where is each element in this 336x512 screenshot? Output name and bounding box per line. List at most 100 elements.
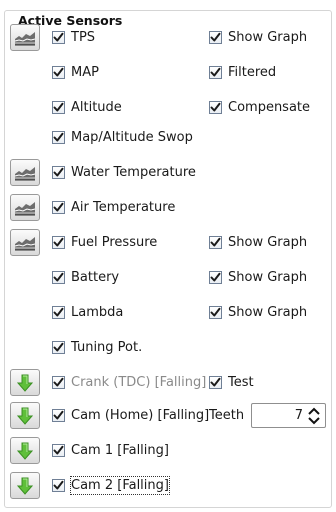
checkmark-icon xyxy=(53,480,64,490)
sensor-checkbox-tps[interactable]: TPS xyxy=(52,29,95,46)
checkbox-label: Lambda xyxy=(71,305,124,320)
checkmark-icon xyxy=(210,307,221,317)
checkmark-icon xyxy=(53,132,64,142)
sensor-row-map-altitude-swop: Map/Altitude Swop xyxy=(0,124,336,154)
option-checkbox-battery[interactable]: Show Graph xyxy=(209,269,307,286)
checkmark-icon xyxy=(53,32,64,42)
checkbox-box[interactable] xyxy=(52,66,65,79)
sensor-row-cam-home: Cam (Home) [Falling] Teeth 7 xyxy=(0,402,336,432)
sensor-row-cam-1: Cam 1 [Falling] xyxy=(0,437,336,467)
graph-button[interactable] xyxy=(10,159,40,186)
checkbox-box[interactable] xyxy=(52,101,65,114)
option-checkbox-tps[interactable]: Show Graph xyxy=(209,29,307,46)
checkmark-icon xyxy=(53,377,64,387)
sensor-checkbox-cam-2[interactable]: Cam 2 [Falling] xyxy=(52,476,170,495)
sensor-checkbox-altitude[interactable]: Altitude xyxy=(52,99,122,116)
sensor-row-lambda: Lambda Show Graph xyxy=(0,299,336,329)
checkbox-box[interactable] xyxy=(52,166,65,179)
checkbox-label: Filtered xyxy=(228,65,277,80)
checkbox-box[interactable] xyxy=(52,201,65,214)
checkbox-box[interactable] xyxy=(52,236,65,249)
graph-icon xyxy=(14,200,36,216)
sensor-checkbox-cam-home[interactable]: Cam (Home) [Falling] xyxy=(52,407,209,424)
sensor-row-tps: TPS Show Graph xyxy=(0,24,336,54)
trigger-edge-button[interactable] xyxy=(10,472,40,499)
checkmark-icon xyxy=(53,67,64,77)
graph-button[interactable] xyxy=(10,24,40,51)
sensor-row-tuning-pot: Tuning Pot. xyxy=(0,334,336,364)
option-checkbox-crank[interactable]: Test xyxy=(209,374,254,391)
checkbox-box[interactable] xyxy=(209,66,222,79)
trigger-edge-button[interactable] xyxy=(10,402,40,429)
checkbox-label: Show Graph xyxy=(228,270,308,285)
graph-button[interactable] xyxy=(10,194,40,221)
checkmark-icon xyxy=(210,237,221,247)
green-down-arrow-icon xyxy=(15,406,35,426)
sensor-checkbox-map[interactable]: MAP xyxy=(52,64,99,81)
checkbox-label: Tuning Pot. xyxy=(71,340,143,355)
graph-button[interactable] xyxy=(10,229,40,256)
checkbox-box[interactable] xyxy=(209,101,222,114)
checkbox-label: Water Temperature xyxy=(71,165,196,180)
checkmark-icon xyxy=(53,237,64,247)
checkbox-box[interactable] xyxy=(52,376,65,389)
sensor-row-crank: Crank (TDC) [Falling] Test xyxy=(0,369,336,399)
checkbox-box[interactable] xyxy=(209,306,222,319)
checkbox-label: Show Graph xyxy=(228,235,308,250)
checkbox-box[interactable] xyxy=(52,409,65,422)
option-checkbox-altitude[interactable]: Compensate xyxy=(209,99,310,116)
checkbox-box[interactable] xyxy=(52,131,65,144)
checkmark-icon xyxy=(53,202,64,212)
sensor-checkbox-fuel-pressure[interactable]: Fuel Pressure xyxy=(52,234,157,251)
checkbox-label: Show Graph xyxy=(228,305,308,320)
teeth-stepper[interactable]: 7 xyxy=(251,403,326,428)
checkbox-box[interactable] xyxy=(52,271,65,284)
graph-icon xyxy=(14,30,36,46)
sensor-row-cam-2: Cam 2 [Falling] xyxy=(0,472,336,502)
checkbox-label: Cam 2 [Falling] xyxy=(70,476,170,495)
option-checkbox-map[interactable]: Filtered xyxy=(209,64,276,81)
checkbox-box[interactable] xyxy=(52,341,65,354)
trigger-edge-button[interactable] xyxy=(10,437,40,464)
sensor-checkbox-battery[interactable]: Battery xyxy=(52,269,119,286)
option-checkbox-fuel-pressure[interactable]: Show Graph xyxy=(209,234,307,251)
sensor-checkbox-map-altitude-swop[interactable]: Map/Altitude Swop xyxy=(52,129,193,146)
teeth-value[interactable]: 7 xyxy=(295,408,303,423)
checkbox-box[interactable] xyxy=(209,271,222,284)
checkbox-label: Cam (Home) [Falling] xyxy=(71,408,210,423)
checkmark-icon xyxy=(210,377,221,387)
checkbox-label: Air Temperature xyxy=(71,200,176,215)
checkmark-icon xyxy=(53,410,64,420)
checkmark-icon xyxy=(53,102,64,112)
checkbox-label: Compensate xyxy=(228,100,311,115)
option-checkbox-lambda[interactable]: Show Graph xyxy=(209,304,307,321)
checkbox-box[interactable] xyxy=(52,479,65,492)
sensor-row-altitude: Altitude Compensate xyxy=(0,94,336,124)
checkmark-icon xyxy=(53,272,64,282)
sensor-checkbox-crank[interactable]: Crank (TDC) [Falling] xyxy=(52,374,206,391)
checkmark-icon xyxy=(53,307,64,317)
checkbox-box[interactable] xyxy=(52,306,65,319)
sensor-checkbox-tuning-pot[interactable]: Tuning Pot. xyxy=(52,339,142,356)
trigger-edge-button[interactable] xyxy=(10,369,40,396)
graph-icon xyxy=(14,235,36,251)
checkbox-box[interactable] xyxy=(209,236,222,249)
checkbox-label: Map/Altitude Swop xyxy=(71,130,193,145)
sensor-checkbox-cam-1[interactable]: Cam 1 [Falling] xyxy=(52,442,169,459)
checkbox-box[interactable] xyxy=(52,31,65,44)
sensor-checkbox-lambda[interactable]: Lambda xyxy=(52,304,123,321)
checkbox-box[interactable] xyxy=(209,31,222,44)
checkbox-label: Cam 1 [Falling] xyxy=(71,443,169,458)
sensor-checkbox-air-temperature[interactable]: Air Temperature xyxy=(52,199,175,216)
checkmark-icon xyxy=(53,445,64,455)
checkmark-icon xyxy=(210,102,221,112)
sensor-checkbox-water-temperature[interactable]: Water Temperature xyxy=(52,164,196,181)
checkbox-box[interactable] xyxy=(209,376,222,389)
checkbox-box[interactable] xyxy=(52,444,65,457)
checkbox-label: Show Graph xyxy=(228,30,308,45)
sensor-row-fuel-pressure: Fuel Pressure Show Graph xyxy=(0,229,336,259)
teeth-label: Teeth xyxy=(209,408,245,423)
green-down-arrow-icon xyxy=(15,441,35,461)
stepper-arrows-icon[interactable] xyxy=(307,407,321,425)
sensor-row-battery: Battery Show Graph xyxy=(0,264,336,294)
